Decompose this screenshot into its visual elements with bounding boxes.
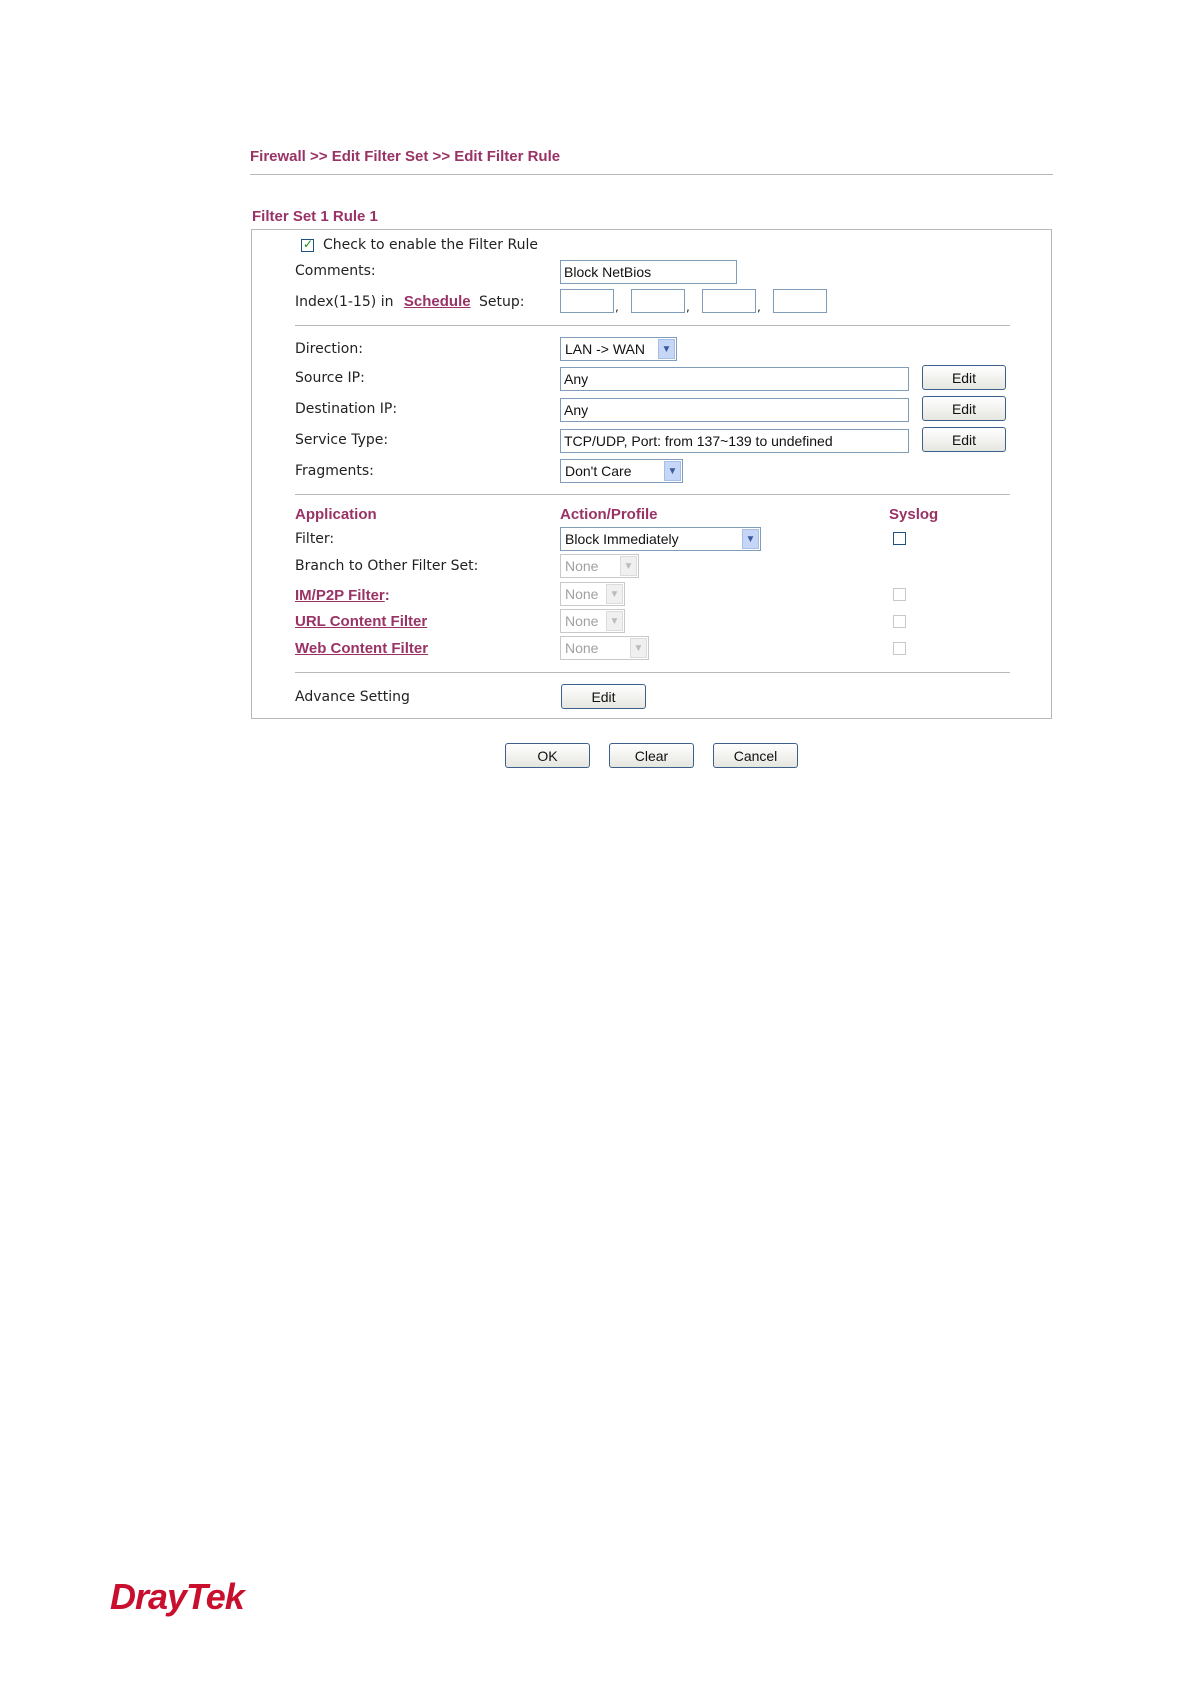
- branch-label: Branch to Other Filter Set:: [295, 558, 479, 574]
- im-p2p-syslog-checkbox[interactable]: [893, 588, 906, 601]
- section-divider: [295, 325, 1010, 326]
- ok-button[interactable]: OK: [505, 743, 590, 768]
- schedule-link[interactable]: Schedule: [404, 293, 471, 310]
- im-p2p-value: None: [565, 586, 599, 602]
- chevron-down-icon: ▼: [620, 556, 637, 576]
- enable-rule-checkbox[interactable]: [301, 237, 314, 252]
- source-ip-label: Source IP:: [295, 370, 365, 386]
- direction-value: LAN -> WAN: [565, 341, 645, 357]
- chevron-down-icon: ▼: [630, 638, 647, 658]
- fragments-label: Fragments:: [295, 463, 374, 479]
- source-ip-input[interactable]: Any: [560, 367, 909, 391]
- syslog-header: Syslog: [889, 506, 939, 523]
- index-label: Index(1-15) in Schedule Setup:: [295, 293, 525, 310]
- index-suffix: Setup:: [479, 294, 525, 310]
- url-filter-syslog-checkbox[interactable]: [893, 615, 906, 628]
- index-prefix: Index(1-15) in: [295, 294, 394, 310]
- destination-ip-edit-button[interactable]: Edit: [922, 396, 1006, 421]
- breadcrumb: Firewall >> Edit Filter Set >> Edit Filt…: [250, 148, 561, 165]
- destination-ip-label: Destination IP:: [295, 401, 398, 417]
- chevron-down-icon: ▼: [742, 529, 759, 549]
- filter-action-value: Block Immediately: [565, 531, 679, 547]
- cancel-button[interactable]: Cancel: [713, 743, 798, 768]
- enable-rule-label: Check to enable the Filter Rule: [323, 237, 538, 253]
- im-p2p-row-label: IM/P2P Filter:: [295, 585, 390, 604]
- direction-label: Direction:: [295, 341, 363, 357]
- destination-ip-input[interactable]: Any: [560, 398, 909, 422]
- filter-action-select[interactable]: Block Immediately ▼: [560, 527, 761, 551]
- service-type-input[interactable]: TCP/UDP, Port: from 137~139 to undefined: [560, 429, 909, 453]
- action-profile-header: Action/Profile: [560, 506, 658, 523]
- schedule-index-4[interactable]: [773, 289, 827, 313]
- filter-label: Filter:: [295, 531, 335, 547]
- chevron-down-icon: ▼: [664, 461, 681, 481]
- web-content-filter-link[interactable]: Web Content Filter: [295, 640, 428, 657]
- service-type-label: Service Type:: [295, 432, 389, 448]
- branch-value: None: [565, 558, 599, 574]
- section-divider: [295, 494, 1010, 495]
- filter-syslog-checkbox[interactable]: [893, 532, 906, 545]
- clear-button[interactable]: Clear: [609, 743, 694, 768]
- chevron-down-icon: ▼: [606, 584, 623, 604]
- draytek-logo: DrayTek: [110, 1576, 245, 1617]
- url-filter-value: None: [565, 613, 599, 629]
- im-p2p-filter-link[interactable]: IM/P2P Filter: [295, 587, 385, 604]
- filter-set-title: Filter Set 1 Rule 1: [252, 208, 378, 225]
- fragments-select[interactable]: Don't Care ▼: [560, 459, 683, 483]
- application-header: Application: [295, 506, 377, 523]
- web-filter-syslog-checkbox[interactable]: [893, 642, 906, 655]
- schedule-index-1[interactable]: [560, 289, 614, 313]
- schedule-index-3[interactable]: [702, 289, 756, 313]
- im-p2p-colon: :: [384, 587, 390, 604]
- comments-label: Comments:: [295, 263, 376, 279]
- url-content-filter-link[interactable]: URL Content Filter: [295, 613, 427, 630]
- fragments-value: Don't Care: [565, 463, 632, 479]
- section-divider: [295, 672, 1010, 673]
- web-filter-value: None: [565, 640, 599, 656]
- comments-input[interactable]: Block NetBios: [560, 260, 737, 284]
- schedule-index-2[interactable]: [631, 289, 685, 313]
- branch-select[interactable]: None ▼: [560, 554, 639, 578]
- im-p2p-select[interactable]: None ▼: [560, 582, 625, 606]
- source-ip-edit-button[interactable]: Edit: [922, 365, 1006, 390]
- advance-setting-label: Advance Setting: [295, 689, 410, 705]
- index-separator: ,: [686, 300, 690, 314]
- url-filter-select[interactable]: None ▼: [560, 609, 625, 633]
- web-filter-select[interactable]: None ▼: [560, 636, 649, 660]
- chevron-down-icon: ▼: [658, 339, 675, 359]
- advance-setting-edit-button[interactable]: Edit: [561, 684, 646, 709]
- index-separator: ,: [615, 300, 619, 314]
- chevron-down-icon: ▼: [606, 611, 623, 631]
- service-type-edit-button[interactable]: Edit: [922, 427, 1006, 452]
- direction-select[interactable]: LAN -> WAN ▼: [560, 337, 677, 361]
- breadcrumb-divider: [250, 174, 1053, 175]
- index-separator: ,: [757, 300, 761, 314]
